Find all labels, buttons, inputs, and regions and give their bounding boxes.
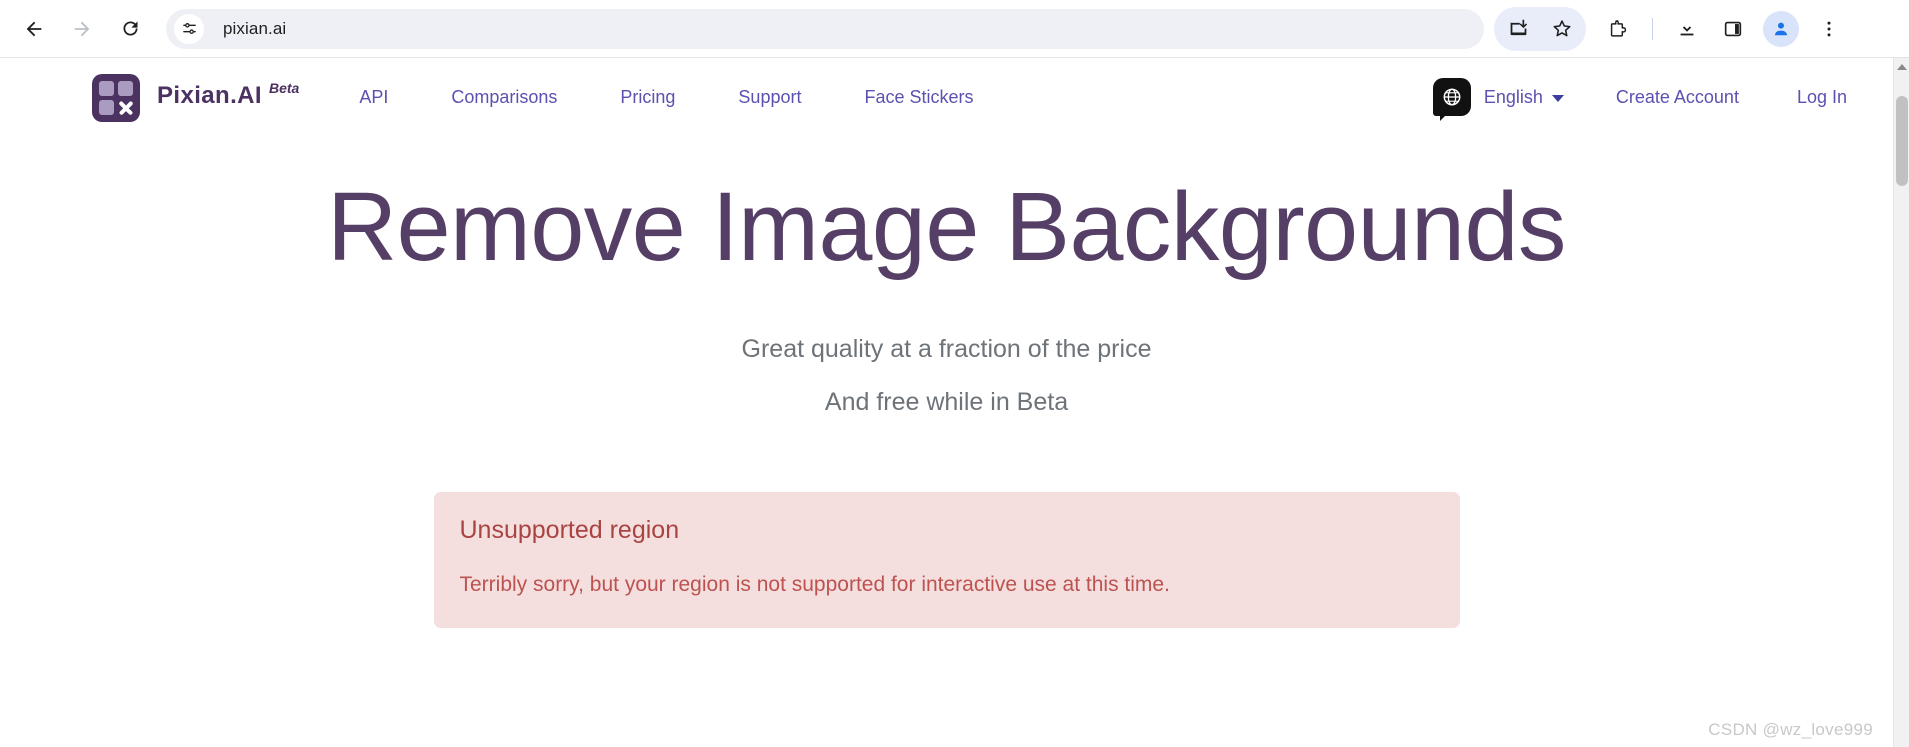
hero-subtitle-primary: Great quality at a fraction of the price (741, 335, 1152, 363)
log-in-link[interactable]: Log In (1797, 87, 1847, 108)
download-icon (1680, 20, 1694, 35)
puzzle-piece-icon (1610, 19, 1627, 37)
create-account-link[interactable]: Create Account (1616, 87, 1739, 108)
tune-icon (182, 23, 196, 34)
chevron-up-icon (1896, 63, 1907, 70)
browser-toolbar: pixian.ai (0, 0, 1909, 57)
address-bar-text[interactable]: pixian.ai (223, 19, 286, 39)
chevron-down-icon (1551, 95, 1564, 102)
nav-item-comparisons[interactable]: Comparisons (451, 81, 557, 114)
scroll-up-button[interactable] (1894, 58, 1909, 75)
brand-beta-badge: Beta (268, 80, 300, 96)
alert-title: Unsupported region (459, 516, 680, 544)
back-arrow-icon (26, 21, 42, 36)
toolbar-divider (1652, 17, 1653, 40)
brand-logo[interactable]: Pixian.AI Beta (92, 72, 299, 122)
reload-button[interactable] (108, 7, 152, 51)
nav-item-face-stickers[interactable]: Face Stickers (864, 81, 973, 114)
language-selector[interactable]: English (1432, 78, 1564, 121)
side-panel-button[interactable] (1711, 7, 1755, 51)
three-dot-menu-icon (1827, 21, 1831, 36)
header-right-actions: English Create Account Log In (1432, 78, 1847, 121)
nav-item-support[interactable]: Support (738, 81, 801, 114)
site-settings-button[interactable] (174, 13, 204, 44)
alert-message: Terribly sorry, but your region is not s… (459, 573, 1170, 596)
watermark-text: CSDN @wz_love999 (1708, 720, 1873, 739)
logo-square-top-right (118, 81, 133, 96)
avatar-icon (1775, 22, 1787, 35)
nav-item-pricing[interactable]: Pricing (620, 81, 675, 114)
star-icon (1553, 19, 1571, 36)
install-app-button[interactable] (1496, 7, 1540, 51)
reload-icon (123, 21, 137, 36)
pixian-logo-icon (92, 74, 140, 122)
site-header: Pixian.AI Beta API Comparisons Pricing S… (0, 58, 1893, 136)
forward-button[interactable] (60, 7, 104, 51)
back-button[interactable] (12, 7, 56, 51)
toolbar-actions (1494, 6, 1851, 51)
bookmark-button[interactable] (1540, 7, 1584, 51)
profile-button[interactable] (1763, 10, 1799, 47)
scrollbar-thumb[interactable] (1896, 96, 1908, 186)
extensions-button[interactable] (1596, 7, 1640, 51)
address-bar[interactable]: pixian.ai (166, 8, 1484, 49)
hero-section: Remove Image Backgrounds Great quality a… (0, 178, 1893, 417)
forward-arrow-icon (74, 21, 90, 36)
downloads-button[interactable] (1665, 7, 1709, 51)
page-viewport: Pixian.AI Beta API Comparisons Pricing S… (0, 57, 1909, 747)
logo-x-icon (118, 100, 133, 115)
install-app-icon (1510, 19, 1527, 36)
omnibox-action-group (1494, 6, 1586, 51)
page-title: Remove Image Backgrounds (327, 172, 1566, 281)
alert-container: Unsupported region Terribly sorry, but y… (0, 492, 1893, 629)
side-panel-icon (1724, 21, 1742, 36)
logo-square-bottom-left (99, 100, 114, 115)
chrome-menu-button[interactable] (1807, 7, 1851, 51)
unsupported-region-alert: Unsupported region Terribly sorry, but y… (433, 492, 1460, 629)
main-navigation: API Comparisons Pricing Support Face Sti… (359, 81, 973, 114)
navigation-buttons (12, 7, 152, 51)
page-scrollbar[interactable] (1893, 58, 1909, 747)
globe-icon (1432, 78, 1471, 121)
brand-name: Pixian.AI (157, 82, 262, 109)
page-content: Pixian.AI Beta API Comparisons Pricing S… (0, 58, 1893, 747)
globe-glyph-icon (1443, 88, 1461, 106)
nav-item-api[interactable]: API (359, 81, 388, 114)
hero-subtitle-secondary: And free while in Beta (824, 388, 1069, 416)
language-label: English (1483, 86, 1543, 107)
brand-wordmark: Pixian.AI Beta (157, 72, 299, 110)
logo-square-top-left (99, 81, 114, 96)
